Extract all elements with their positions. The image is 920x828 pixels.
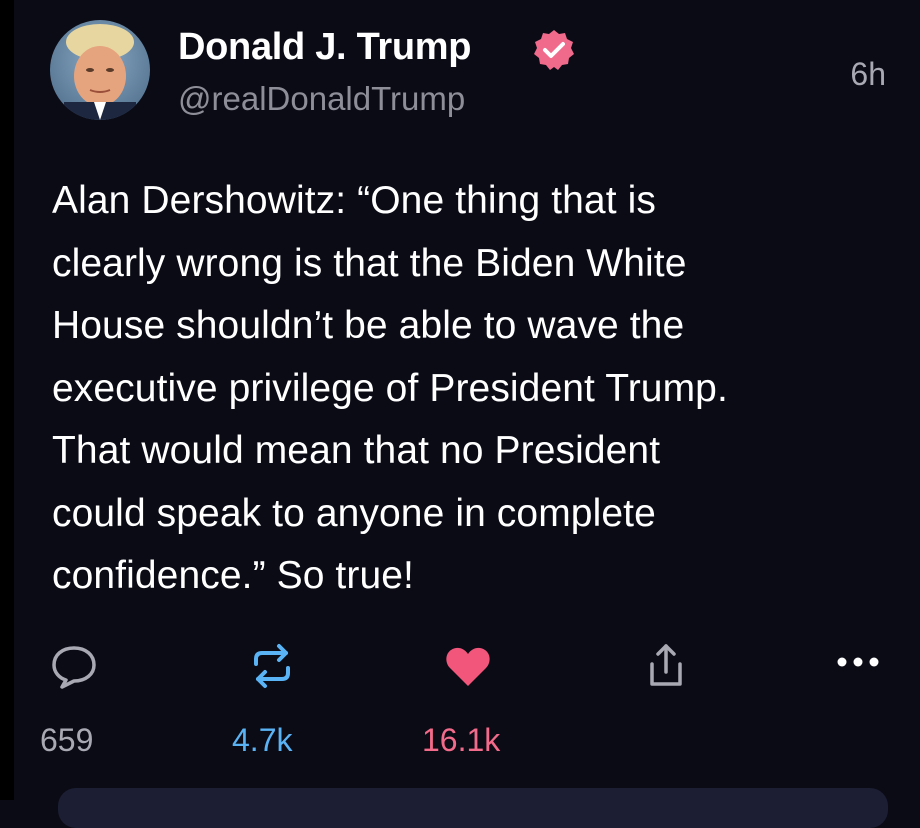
left-edge-strip (0, 0, 14, 800)
post-timestamp: 6h (850, 56, 886, 92)
verified-badge-icon (532, 28, 576, 72)
post-card: Donald J. Trump @realDonaldTrump 6h Alan… (0, 0, 920, 828)
reply-button[interactable] (48, 640, 100, 692)
reply-count: 659 (40, 722, 94, 758)
speech-bubble-icon (48, 646, 100, 696)
author-handle[interactable]: @realDonaldTrump (178, 80, 465, 118)
repost-arrows-icon (246, 644, 298, 696)
post-text: Alan Dershowitz: “One thing that is clea… (52, 179, 728, 597)
share-icon (640, 644, 692, 696)
like-button[interactable] (442, 640, 494, 692)
more-options-button[interactable] (832, 640, 884, 692)
heart-icon (442, 647, 494, 696)
repost-button[interactable] (246, 640, 298, 692)
ellipsis-icon (832, 657, 884, 696)
author-name[interactable]: Donald J. Trump (178, 26, 472, 69)
avatar[interactable] (50, 20, 150, 120)
like-count: 16.1k (422, 722, 501, 758)
reply-composer-bar[interactable] (58, 788, 888, 828)
share-button[interactable] (640, 640, 692, 692)
repost-count: 4.7k (232, 722, 293, 758)
